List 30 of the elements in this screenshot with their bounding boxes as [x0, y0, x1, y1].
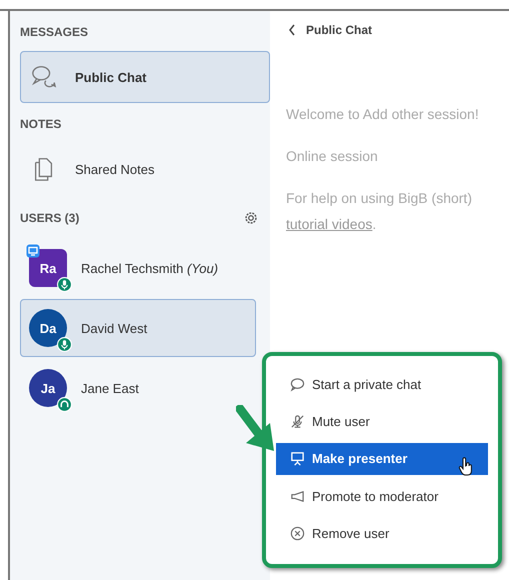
- chat-title: Public Chat: [306, 23, 372, 37]
- section-heading: MESSAGES: [20, 25, 90, 39]
- user-list-item[interactable]: Ra Rachel Techsmith (You): [20, 239, 256, 297]
- chat-message: Online session: [286, 147, 379, 166]
- menu-item[interactable]: Remove user: [276, 517, 488, 550]
- user-list-item[interactable]: Ja Jane East: [20, 359, 256, 417]
- user-avatar: Ja: [29, 369, 67, 407]
- speech-bubble-icon: [290, 377, 305, 392]
- headphones-icon: [57, 397, 72, 412]
- menu-item[interactable]: Start a private chat: [276, 368, 488, 401]
- user-list-item[interactable]: Da David West: [20, 299, 256, 357]
- section-heading: USERS (3): [20, 211, 80, 225]
- chat-message: For help on using BigB (short) tutorial videos.: [286, 189, 473, 234]
- menu-item[interactable]: Promote to moderator: [276, 480, 488, 512]
- megaphone-icon: [290, 488, 305, 504]
- shared-notes-item[interactable]: Shared Notes: [20, 143, 270, 195]
- close-circle-icon: [290, 526, 305, 541]
- menu-item[interactable]: Mute user: [276, 406, 488, 438]
- public-chat-item[interactable]: Public Chat: [20, 51, 270, 103]
- presentation-screen-icon: [290, 451, 305, 466]
- chat-message: Welcome to Add other session!: [286, 105, 480, 124]
- hand-cursor-icon: [458, 456, 474, 477]
- back-chevron-icon[interactable]: [288, 24, 296, 36]
- section-heading: NOTES: [20, 117, 62, 131]
- microphone-icon: [57, 337, 72, 352]
- user-avatar: Da: [29, 309, 67, 347]
- menu-item[interactable]: Make presenter: [276, 442, 488, 475]
- muted-microphone-icon: [290, 414, 305, 430]
- microphone-icon: [57, 277, 72, 292]
- chat-bubbles-icon: [31, 64, 57, 90]
